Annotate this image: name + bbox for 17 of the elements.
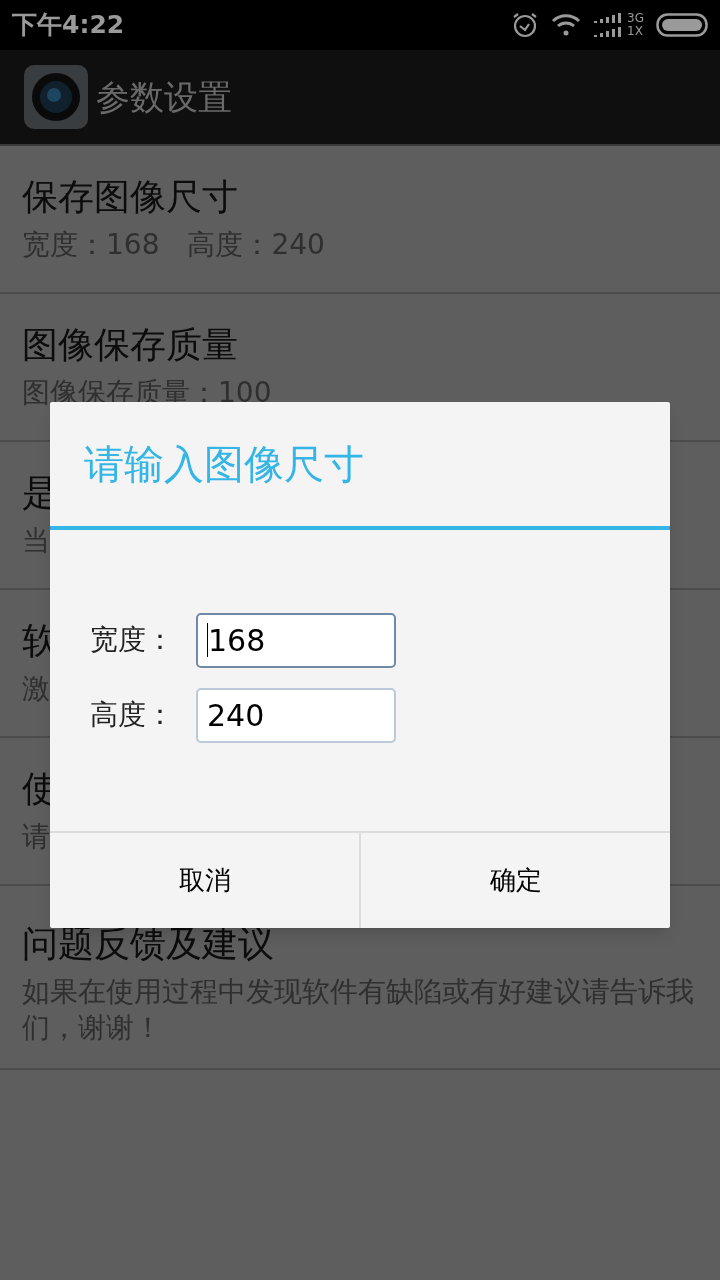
app-title: 参数设置	[96, 75, 232, 119]
camera-lens-icon	[24, 65, 88, 129]
field-label: 高度：	[90, 697, 175, 733]
network-label: 1X	[627, 25, 644, 38]
wifi-icon	[551, 13, 582, 37]
clock-time: 下午4:22	[12, 9, 125, 42]
text-cursor	[207, 623, 208, 657]
input-field[interactable]: 240	[196, 687, 396, 743]
field-label: 宽度：	[90, 622, 175, 658]
dialog-title: 请输入图像尺寸	[84, 440, 364, 489]
battery-icon	[656, 13, 708, 37]
item-title: 保存图像尺寸	[22, 175, 239, 219]
item-title: 图像保存质量	[22, 323, 239, 367]
input-field[interactable]: 168	[196, 612, 396, 668]
dialog-button[interactable]: 确定	[359, 833, 670, 928]
signal-icon	[593, 12, 624, 38]
network-label: 3G	[627, 12, 644, 25]
